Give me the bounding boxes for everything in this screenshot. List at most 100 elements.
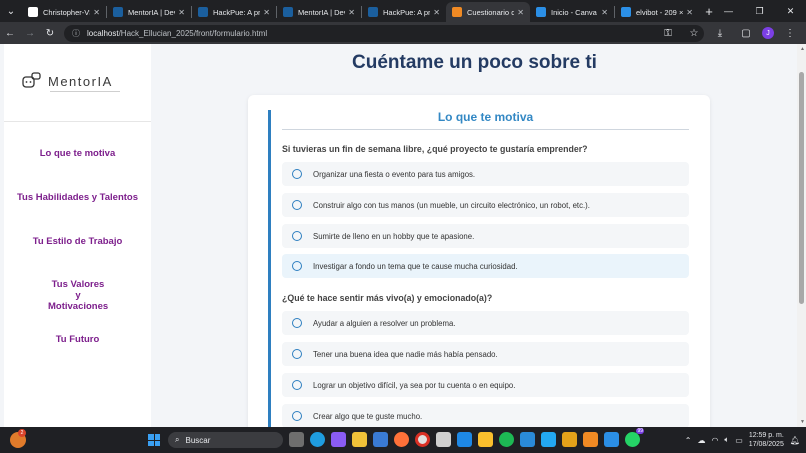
option-1-2[interactable]: Construir algo con tus manos (un mueble,… [282,193,689,217]
radio-button[interactable] [292,349,302,359]
url-path: /Hack_Ellucian_2025/front/formulario.htm… [118,28,268,38]
battery-icon[interactable]: ▭ [735,436,743,445]
taskbar-apps: 99 [289,428,644,447]
option-label: Tener una buena idea que nadie más había… [313,349,498,359]
tab-close-icon[interactable]: ✕ [686,8,693,17]
notifications-bell-icon[interactable]: 🔔︎ [790,436,800,445]
word-icon[interactable] [520,432,535,447]
url-host: localhost [87,28,119,38]
app-icon-2[interactable] [457,432,472,447]
password-key-icon[interactable]: ⚿ [658,28,678,39]
browser-menu-icon[interactable]: ⋮ [780,28,800,39]
tab-label: MentorIA | Devp [298,7,345,17]
sidebar-item-futuro[interactable]: Tu Futuro [4,334,151,345]
tab-close-icon[interactable]: ✕ [348,8,355,17]
browser-tab[interactable]: MentorIA | Devp✕ [277,2,361,22]
tab-close-icon[interactable]: ✕ [93,8,100,17]
wifi-icon[interactable]: ◠ [711,436,718,445]
file-explorer-icon[interactable] [352,432,367,447]
browser-tab[interactable]: elvibot - 209 × ✕ [615,2,699,22]
page-scrollbar[interactable]: ▲ ▼ [797,44,806,427]
sidebar-item-estilo[interactable]: Tu Estilo de Trabajo [4,236,151,247]
radio-button[interactable] [292,169,302,179]
app-icon-3[interactable] [562,432,577,447]
sticky-notes-icon[interactable] [478,432,493,447]
robot-logo-icon [22,72,42,90]
chevron-up-icon[interactable]: ⌃ [685,436,692,445]
profile-avatar[interactable]: J [762,27,774,39]
store-icon[interactable] [373,432,388,447]
taskbar-search[interactable]: ⌕ Buscar [168,432,283,448]
radio-button[interactable] [292,411,302,421]
copilot-icon[interactable] [331,432,346,447]
option-2-3[interactable]: Lograr un objetivo difícil, ya sea por t… [282,373,689,397]
scroll-thumb[interactable] [799,72,804,304]
devpost-icon [113,7,123,17]
tab-label: elvibot - 209 × [636,7,684,17]
radio-button[interactable] [292,318,302,328]
browser-tab[interactable]: Cuestionario de ✕ [446,2,530,22]
address-bar[interactable]: ⓘ localhost /Hack_Ellucian_2025/front/fo… [64,24,704,42]
scroll-up-icon[interactable]: ▲ [800,46,805,52]
windows-start-icon[interactable] [148,434,160,446]
sidebar-item-valores[interactable]: Tus Valores y Motivaciones [8,279,148,312]
tab-close-icon[interactable]: ✕ [433,8,440,17]
tab-label: Cuestionario de [467,7,515,17]
extensions-icon[interactable]: ▢ [736,28,756,39]
browser-tab[interactable]: Inicio - Canva ✕ [530,2,614,22]
edge-icon[interactable] [310,432,325,447]
radio-button[interactable] [292,231,302,241]
radio-button[interactable] [292,380,302,390]
option-2-4[interactable]: Crear algo que te guste mucho. [282,404,689,427]
vscode-icon[interactable] [541,432,556,447]
sidebar-item-motiva[interactable]: Lo que te motiva [4,148,151,159]
browser-tab[interactable]: HackPue: A proj✕ [362,2,446,22]
sidebar-divider [4,121,151,122]
reload-button[interactable]: ↻ [40,28,60,39]
system-tray: ⌃ ☁ ◠ 🔈︎ ▭ 12:59 p. m. 17/08/2025 🔔︎ [685,427,800,453]
xampp-icon[interactable] [583,432,598,447]
option-label: Ayudar a alguien a resolver un problema. [313,318,456,328]
clock[interactable]: 12:59 p. m. 17/08/2025 [749,431,784,449]
search-icon: ⌕ [175,435,180,444]
option-1-3[interactable]: Sumirte de lleno en un hobby que te apas… [282,224,689,248]
cloud-icon[interactable]: ☁ [697,436,705,445]
browser-tab[interactable]: Christopher-V3 ✕ [22,2,106,22]
restore-button[interactable]: ❐ [744,0,775,22]
page-title: Cuéntame un poco sobre ti [352,52,597,73]
download-icon[interactable]: ⤓ [710,28,730,39]
app-icon-4[interactable] [604,432,619,447]
option-1-4[interactable]: Investigar a fondo un tema que te cause … [282,254,689,278]
section-title: Lo que te motiva [437,110,534,124]
volume-icon[interactable]: 🔈︎ [724,435,729,445]
site-info-icon[interactable]: ⓘ [72,28,80,39]
spotify-icon[interactable] [499,432,514,447]
firefox-icon[interactable] [394,432,409,447]
task-view-icon[interactable] [289,432,304,447]
tab-search-button[interactable]: ⌄ [0,0,22,22]
back-button[interactable]: ← [0,28,20,39]
sidebar: MentorIA Lo que te motiva Tus Habilidade… [4,44,151,427]
sidebar-item-habilidades[interactable]: Tus Habilidades y Talentos [4,192,151,203]
tab-close-icon[interactable]: ✕ [601,8,608,17]
xampp-icon [452,7,462,17]
close-window-button[interactable]: ✕ [775,0,806,22]
radio-button[interactable] [292,261,302,271]
scroll-down-icon[interactable]: ▼ [800,419,805,425]
option-1-1[interactable]: Organizar una fiesta o evento para tus a… [282,162,689,186]
tab-close-icon[interactable]: ✕ [178,8,185,17]
bookmark-star-icon[interactable]: ☆ [684,28,704,39]
browser-tab[interactable]: HackPue: A proj✕ [192,2,276,22]
radio-button[interactable] [292,200,302,210]
whatsapp-icon[interactable]: 99 [625,428,644,447]
minimize-button[interactable]: — [713,0,744,22]
chrome-icon[interactable] [415,432,430,447]
app-icon[interactable] [436,432,451,447]
forward-button[interactable]: → [20,28,40,39]
option-2-1[interactable]: Ayudar a alguien a resolver un problema. [282,311,689,335]
devpost-icon [283,7,293,17]
tab-close-icon[interactable]: ✕ [263,8,270,17]
browser-tab[interactable]: MentorIA | Devp✕ [107,2,191,22]
tab-close-icon[interactable]: ✕ [517,8,524,17]
option-2-2[interactable]: Tener una buena idea que nadie más había… [282,342,689,366]
